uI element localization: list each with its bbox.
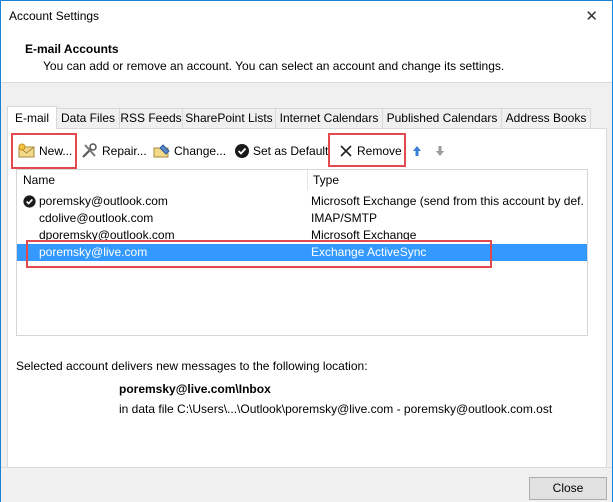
account-type: Exchange ActiveSync xyxy=(311,245,427,259)
change-account-icon xyxy=(153,144,170,158)
column-header-name[interactable]: Name xyxy=(17,170,308,190)
account-row[interactable]: poremsky@outlook.com Microsoft Exchange … xyxy=(17,193,587,210)
tab-address-books[interactable]: Address Books xyxy=(501,108,591,129)
account-type: Microsoft Exchange xyxy=(311,228,417,242)
default-account-check-icon xyxy=(23,195,36,208)
tools-icon xyxy=(82,143,97,158)
tab-sharepoint-lists[interactable]: SharePoint Lists xyxy=(182,108,276,129)
remove-button-label: Remove xyxy=(357,144,402,158)
title-bar: Account Settings ✕ xyxy=(1,1,612,31)
header-area: E-mail Accounts You can add or remove an… xyxy=(1,31,612,83)
column-header-type[interactable]: Type xyxy=(307,170,587,190)
move-up-button[interactable] xyxy=(412,140,425,162)
new-button-label: New... xyxy=(39,144,73,158)
account-list[interactable]: Name Type poremsky@outlook.com Microsoft… xyxy=(16,169,588,336)
account-name: cdolive@outlook.com xyxy=(39,211,154,225)
account-row[interactable]: cdolive@outlook.com IMAP/SMTP xyxy=(17,210,587,227)
move-down-button[interactable] xyxy=(435,140,448,162)
set-as-default-button[interactable]: Set as Default xyxy=(234,140,328,162)
arrow-up-icon xyxy=(413,146,421,156)
close-button[interactable]: Close xyxy=(529,477,607,500)
close-icon[interactable]: ✕ xyxy=(585,7,598,25)
delivery-intro: Selected account delivers new messages t… xyxy=(16,359,368,373)
remove-x-icon xyxy=(340,145,352,157)
set-as-default-label: Set as Default xyxy=(253,144,329,158)
new-button[interactable]: New... xyxy=(18,140,72,162)
remove-button[interactable]: Remove xyxy=(338,140,402,162)
email-tab-panel: New... Repair... Change... Set as Defaul… xyxy=(7,128,607,470)
dialog-footer: Close xyxy=(1,467,612,502)
account-row[interactable]: dporemsky@outlook.com Microsoft Exchange xyxy=(17,227,587,244)
change-button-label: Change... xyxy=(174,144,227,158)
delivery-location: poremsky@live.com\Inbox xyxy=(119,382,271,396)
account-name: dporemsky@outlook.com xyxy=(39,228,175,242)
account-type: IMAP/SMTP xyxy=(311,211,378,225)
window-title: Account Settings xyxy=(9,9,100,23)
account-type: Microsoft Exchange (send from this accou… xyxy=(311,194,583,208)
delivery-data-file: in data file C:\Users\...\Outlook\porems… xyxy=(119,402,553,416)
header-subtitle: You can add or remove an account. You ca… xyxy=(43,59,505,73)
tab-rss-feeds[interactable]: RSS Feeds xyxy=(119,108,183,129)
account-name: poremsky@live.com xyxy=(39,245,148,259)
change-button[interactable]: Change... xyxy=(153,140,226,162)
tab-data-files[interactable]: Data Files xyxy=(56,108,120,129)
account-settings-window: Account Settings ✕ E-mail Accounts You c… xyxy=(0,0,613,502)
arrow-down-icon xyxy=(436,146,444,156)
repair-button[interactable]: Repair... xyxy=(81,140,147,162)
new-mail-icon xyxy=(18,143,35,158)
account-name: poremsky@outlook.com xyxy=(39,194,168,208)
repair-button-label: Repair... xyxy=(102,144,147,158)
tab-published-calendars[interactable]: Published Calendars xyxy=(382,108,502,129)
tab-internet-calendars[interactable]: Internet Calendars xyxy=(275,108,383,129)
header-title: E-mail Accounts xyxy=(25,42,119,56)
account-row-selected[interactable]: poremsky@live.com Exchange ActiveSync xyxy=(17,244,587,261)
tab-email[interactable]: E-mail xyxy=(7,106,57,129)
checkmark-circle-icon xyxy=(235,144,249,158)
